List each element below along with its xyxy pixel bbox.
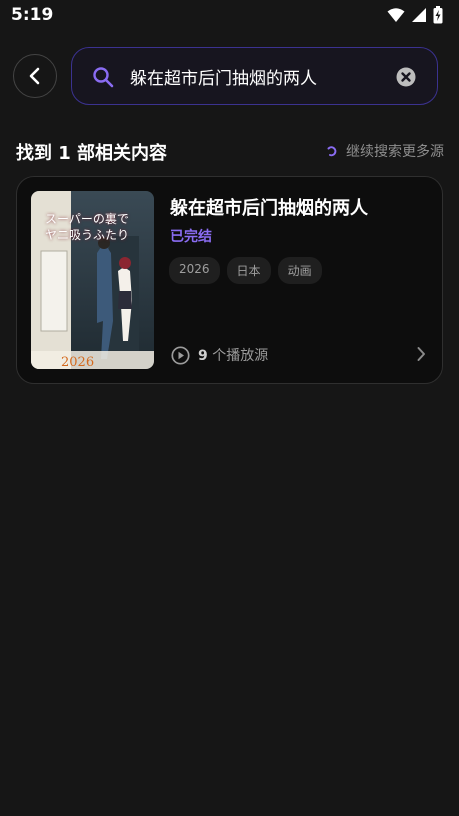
status-bar: 5:19 <box>0 0 459 32</box>
search-box[interactable] <box>71 47 438 105</box>
tag-year: 2026 <box>169 257 220 284</box>
poster-year: 2026 <box>61 355 94 369</box>
search-input[interactable] <box>130 64 380 88</box>
poster-image[interactable]: 2026 スーパーの裏で ヤニ吸うふたり <box>31 191 154 369</box>
result-card[interactable]: 2026 スーパーの裏で ヤニ吸うふたり 躲在超市后门抽烟的两人 已完结 202… <box>16 176 443 384</box>
battery-icon <box>433 6 443 24</box>
poster-headline-line-2: ヤニ吸うふたり <box>45 228 130 242</box>
sources-suffix: 个播放源 <box>207 348 269 364</box>
play-circle-icon <box>171 345 190 365</box>
chevron-left-icon <box>29 67 40 85</box>
status-time: 5:19 <box>11 5 54 25</box>
sources-count: 9 <box>198 348 208 364</box>
wifi-icon <box>387 8 405 22</box>
tag-region: 日本 <box>226 257 271 284</box>
poster-headline-line-1: スーパーの裏で <box>45 212 129 226</box>
sources-count-label: 9 个播放源 <box>198 345 268 365</box>
search-icon <box>93 67 114 88</box>
chevron-right-icon <box>417 347 425 361</box>
status-badge: 已完结 <box>170 229 212 245</box>
back-button[interactable] <box>13 54 57 98</box>
signal-icon <box>412 8 426 22</box>
sources-row[interactable]: 9 个播放源 <box>171 344 426 366</box>
tag-type: 动画 <box>277 257 322 284</box>
more-sources-label: 继续搜索更多源 <box>346 144 444 160</box>
loading-spinner-icon <box>327 146 337 157</box>
tag-list: 2026 日本 动画 <box>169 257 322 284</box>
status-icons <box>387 6 443 24</box>
clear-icon[interactable] <box>396 67 416 87</box>
poster-headline: スーパーの裏で ヤニ吸うふたり <box>45 211 145 243</box>
results-count-title: 找到 1 部相关内容 <box>16 143 168 164</box>
more-sources-button[interactable]: 继续搜索更多源 <box>326 141 444 161</box>
result-title[interactable]: 躲在超市后门抽烟的两人 <box>170 194 368 220</box>
